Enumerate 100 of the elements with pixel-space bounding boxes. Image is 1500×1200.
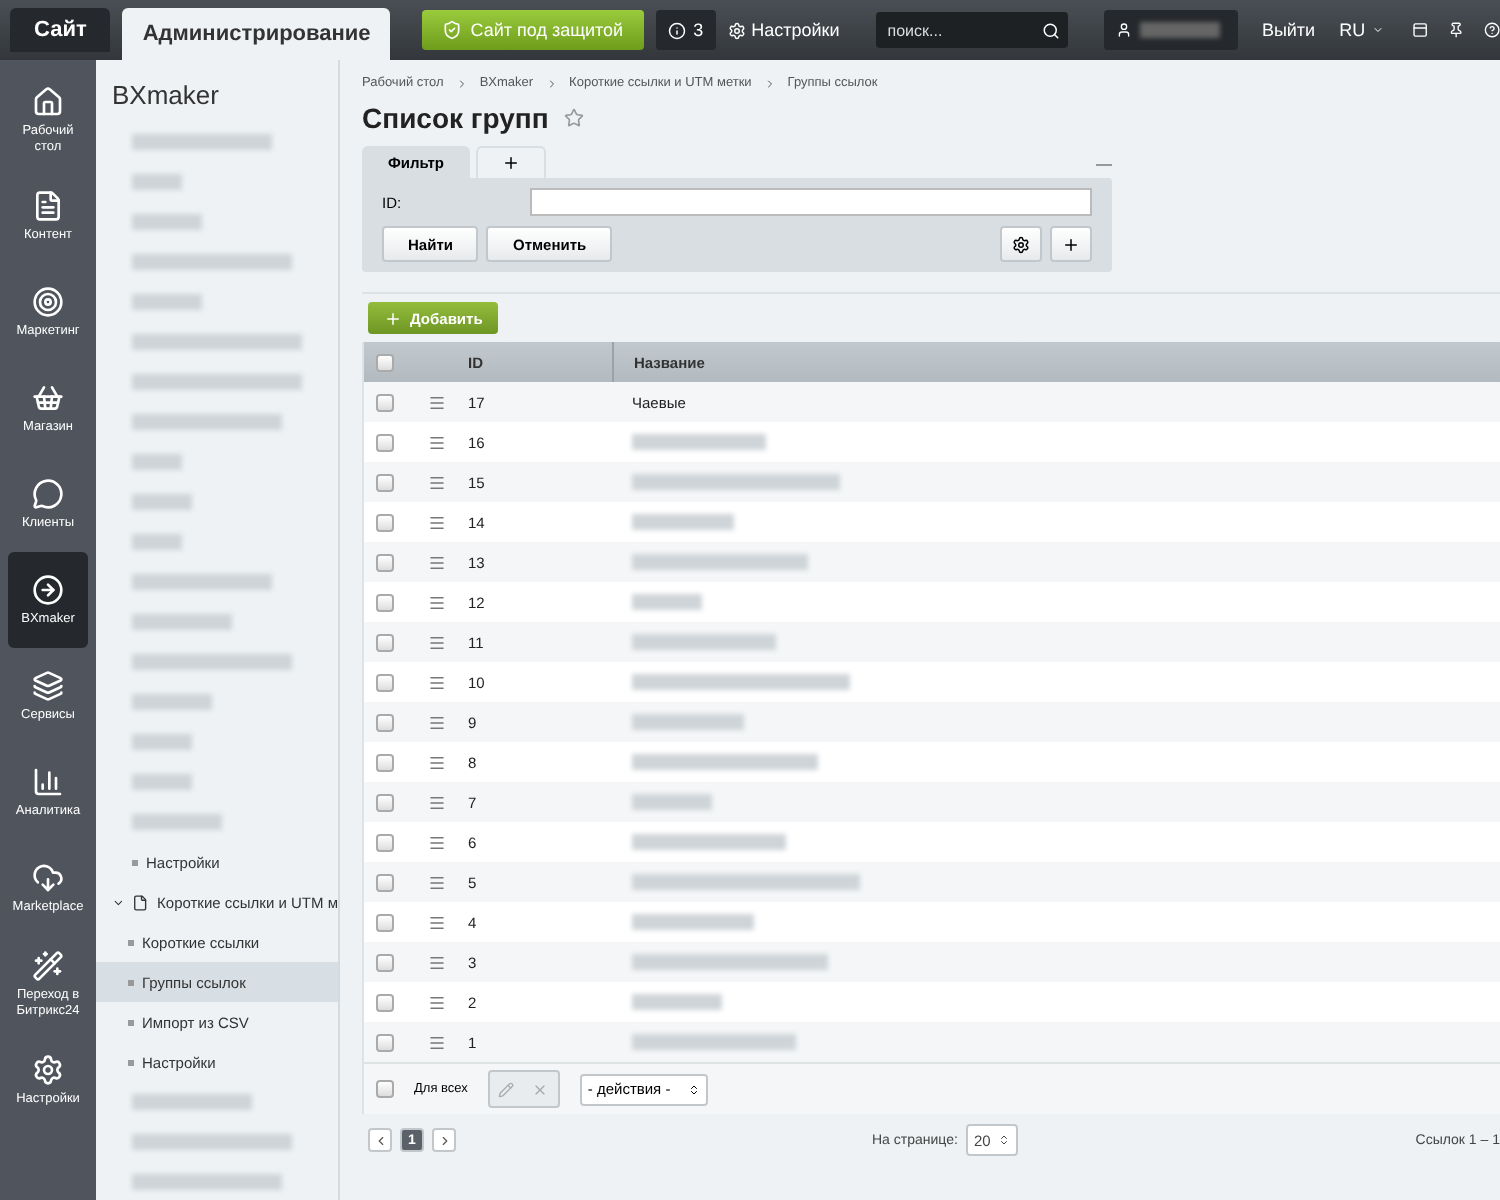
blurred-text: [632, 794, 712, 810]
tree-title: BXmaker: [110, 78, 221, 114]
settings-link[interactable]: Настройки: [727, 20, 840, 40]
basket-icon: [32, 381, 64, 414]
logout-link[interactable]: Выйти: [1261, 20, 1316, 40]
row-checkbox[interactable]: [375, 713, 393, 731]
document-icon: [32, 189, 64, 222]
menu-icon[interactable]: [427, 753, 445, 771]
separator-icon: [763, 77, 776, 89]
menu-icon[interactable]: [427, 513, 445, 531]
star-icon[interactable]: [564, 108, 585, 128]
row-checkbox[interactable]: [375, 633, 393, 651]
blurred-text: [132, 574, 272, 590]
id-input[interactable]: [530, 188, 1092, 216]
document-icon: [132, 893, 150, 911]
search-input[interactable]: поиск...: [883, 19, 1042, 41]
plus-icon: [1062, 235, 1080, 253]
row-checkbox[interactable]: [375, 793, 393, 811]
blurred-text: [132, 214, 202, 230]
row-checkbox[interactable]: [375, 753, 393, 771]
row-checkbox[interactable]: [375, 993, 393, 1011]
caret-icon: [1371, 24, 1384, 36]
blurred-text: [132, 494, 192, 510]
row-checkbox[interactable]: [375, 393, 393, 411]
magic-wand-icon: [32, 950, 64, 983]
blurred-text: [632, 994, 722, 1010]
blurred-text: [632, 634, 776, 650]
user-button[interactable]: [1103, 10, 1238, 50]
settings-icon: [1012, 235, 1030, 253]
row-checkbox[interactable]: [375, 513, 393, 531]
blurred-text: [632, 434, 766, 450]
menu-icon[interactable]: [427, 953, 445, 971]
target-icon: [32, 285, 64, 318]
row-checkbox[interactable]: [375, 913, 393, 931]
menu-icon[interactable]: [427, 433, 445, 451]
notifications-button[interactable]: 3: [655, 10, 716, 50]
blurred-text: [132, 814, 222, 830]
blurred-text: [132, 694, 212, 710]
menu-icon[interactable]: [427, 873, 445, 891]
settings-icon: [727, 21, 746, 39]
shield-icon: [442, 20, 463, 40]
menu-icon[interactable]: [427, 913, 445, 931]
chevron-right-icon: [437, 1133, 451, 1147]
bar-chart-icon: [32, 765, 64, 798]
menu-icon[interactable]: [427, 633, 445, 651]
menu-icon[interactable]: [427, 553, 445, 571]
blurred-text: [132, 534, 182, 550]
top-tab[interactable]: Сайт: [10, 8, 111, 52]
search-field[interactable]: поиск...: [875, 12, 1068, 48]
language-select[interactable]: RU: [1339, 20, 1384, 40]
row-checkbox[interactable]: [375, 1033, 393, 1051]
menu-icon[interactable]: [427, 833, 445, 851]
close-icon: [532, 1081, 549, 1097]
blurred-text: [632, 914, 754, 930]
separator-icon: [545, 77, 558, 89]
bullet-icon: [128, 939, 134, 945]
blurred-text: [132, 174, 182, 190]
row-checkbox[interactable]: [375, 673, 393, 691]
select-all-checkbox[interactable]: [375, 353, 393, 371]
row-checkbox[interactable]: [375, 953, 393, 971]
menu-icon[interactable]: [427, 1033, 445, 1051]
prev-page-button[interactable]: [368, 1128, 392, 1152]
next-page-button[interactable]: [432, 1128, 456, 1152]
row-checkbox[interactable]: [375, 833, 393, 851]
blurred-text: [132, 734, 192, 750]
blurred-text: [132, 774, 192, 790]
select-all-checkbox[interactable]: [376, 1080, 394, 1098]
menu-icon[interactable]: [427, 993, 445, 1011]
house-icon: [32, 86, 64, 119]
blurred-text: [132, 454, 182, 470]
top-tab[interactable]: Администрирование: [122, 8, 391, 60]
settings-button[interactable]: [1000, 226, 1042, 262]
blurred-text: [1139, 22, 1220, 38]
bullet-icon: [132, 859, 138, 865]
pencil-icon: [498, 1081, 515, 1097]
pin-icon[interactable]: [1447, 20, 1464, 40]
arrow-circle-icon: [32, 573, 64, 606]
menu-icon[interactable]: [427, 393, 445, 411]
blurred-text: [132, 294, 202, 310]
menu-icon[interactable]: [427, 713, 445, 731]
separator-icon: [455, 77, 468, 89]
menu-icon[interactable]: [427, 673, 445, 691]
blurred-text: [632, 714, 744, 730]
row-checkbox[interactable]: [375, 593, 393, 611]
add-button[interactable]: [1050, 226, 1092, 262]
expand-icon[interactable]: [112, 895, 125, 909]
menu-icon[interactable]: [427, 593, 445, 611]
blurred-text: [132, 614, 232, 630]
page-title: Список групп: [362, 102, 549, 134]
menu-icon[interactable]: [427, 473, 445, 491]
row-checkbox[interactable]: [375, 473, 393, 491]
settings-icon: [32, 1053, 64, 1086]
row-checkbox[interactable]: [375, 553, 393, 571]
row-checkbox[interactable]: [375, 873, 393, 891]
help-icon[interactable]: [1483, 20, 1500, 40]
menu-icon[interactable]: [427, 793, 445, 811]
blurred-text: [132, 134, 272, 150]
panel-icon[interactable]: [1411, 20, 1428, 40]
chat-bubble-icon: [32, 477, 64, 510]
row-checkbox[interactable]: [375, 433, 393, 451]
